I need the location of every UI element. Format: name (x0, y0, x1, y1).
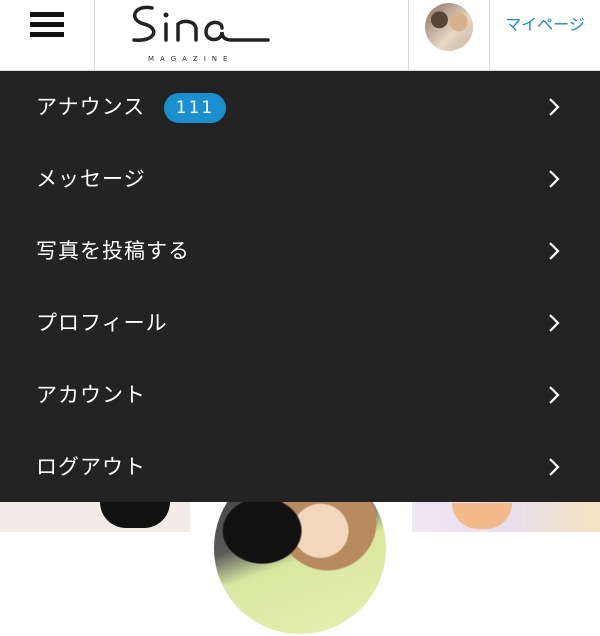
hamburger-icon[interactable] (30, 8, 64, 38)
chevron-right-icon (549, 170, 560, 188)
menu-item-logout[interactable]: ログアウト (0, 431, 600, 503)
menu-item-label: アカウント (36, 383, 146, 407)
chevron-right-icon (549, 386, 560, 404)
chevron-right-icon (549, 242, 560, 260)
menu-item-label: メッセージ (36, 167, 146, 191)
menu-button[interactable] (0, 0, 95, 70)
site-logo[interactable]: MAGAZINE (96, 0, 409, 70)
user-avatar-button[interactable] (410, 0, 490, 70)
app-header: MAGAZINE マイページ (0, 0, 600, 71)
navigation-menu: アナウンス 111 メッセージ 写真を投稿する プロフィール アカウント ログア… (0, 71, 600, 502)
menu-item-profile[interactable]: プロフィール (0, 287, 600, 359)
menu-item-messages[interactable]: メッセージ (0, 143, 600, 215)
menu-item-label: ログアウト (36, 455, 146, 479)
notification-badge: 111 (164, 93, 226, 123)
menu-item-label: アナウンス (36, 95, 146, 119)
chevron-right-icon (549, 98, 560, 116)
chevron-right-icon (549, 314, 560, 332)
avatar[interactable] (425, 3, 473, 51)
logo-subtext: MAGAZINE (148, 55, 234, 63)
menu-item-announce[interactable]: アナウンス 111 (0, 71, 600, 143)
chevron-right-icon (549, 458, 560, 476)
menu-item-label: 写真を投稿する (36, 239, 190, 263)
mypage-link[interactable]: マイページ (490, 0, 600, 50)
menu-item-account[interactable]: アカウント (0, 359, 600, 431)
menu-item-label: プロフィール (36, 311, 168, 335)
menu-item-post-photo[interactable]: 写真を投稿する (0, 215, 600, 287)
logo-mark (132, 5, 270, 42)
